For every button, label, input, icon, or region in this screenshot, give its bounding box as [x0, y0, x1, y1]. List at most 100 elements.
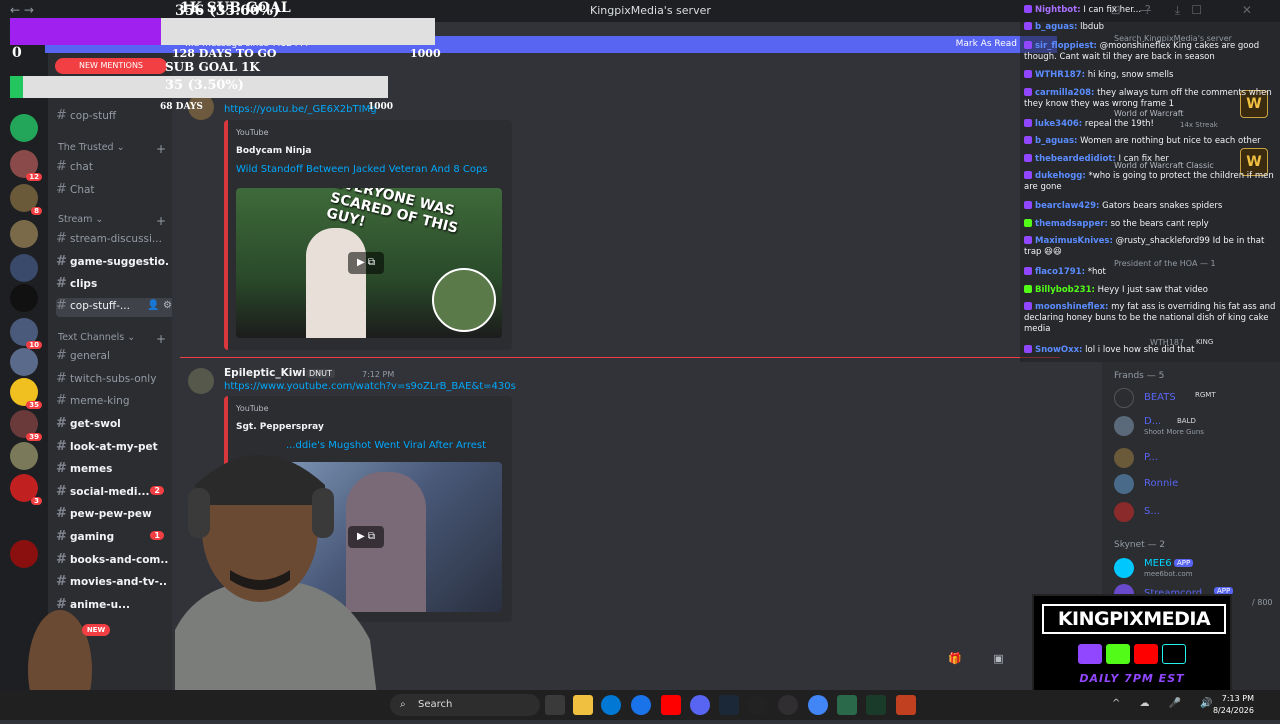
video-thumbnail[interactable]: EVERYONE WAS SCARED OF THIS GUY! ▶ ⧉	[236, 188, 502, 338]
avatar	[1114, 502, 1134, 522]
server-icon[interactable]: 10	[10, 318, 42, 349]
server-icon[interactable]	[10, 348, 38, 376]
taskbar-search[interactable]: ⌕ Search	[390, 694, 540, 716]
channel-game-suggestions[interactable]: # game-suggestio...	[56, 254, 168, 273]
chat-user: dukehogg:	[1035, 171, 1086, 181]
new-messages-divider	[180, 357, 1060, 358]
channel-label: get-swol	[70, 418, 121, 430]
browser-icon[interactable]	[631, 695, 651, 715]
hash-icon: #	[56, 276, 67, 291]
add-channel-icon[interactable]: +	[156, 214, 166, 228]
channel-clips[interactable]: # clips	[56, 276, 168, 295]
hash-icon: #	[56, 371, 67, 386]
chat-text: *hot	[1087, 267, 1106, 277]
window-title: KingpixMedia's server	[590, 4, 711, 17]
embed-title[interactable]: Wild Standoff Between Jacked Veteran And…	[236, 164, 488, 175]
system-tray[interactable]: ^ ☁ 🎤 🔊	[1112, 698, 1221, 709]
file-explorer-icon[interactable]	[573, 695, 593, 715]
member-item[interactable]: MEE6 APP mee6bot.com	[1114, 558, 1274, 580]
server-icon[interactable]: 8	[10, 184, 42, 215]
chat-message: flaco1791: *hot	[1024, 267, 1276, 278]
channel-stream-discussion[interactable]: # stream-discussi...	[56, 231, 168, 250]
member-item[interactable]: Ronnie	[1114, 474, 1274, 496]
channel-cop-stuff-active[interactable]: # cop-stuff-... 👤 ⚙	[56, 298, 176, 317]
app-tag: APP	[1174, 559, 1194, 567]
category-text-channels[interactable]: Text Channels ⌄ +	[58, 332, 166, 346]
add-channel-icon[interactable]: +	[156, 142, 166, 156]
server-icon[interactable]: 12	[10, 150, 42, 181]
hash-icon: #	[56, 393, 67, 408]
app-icon[interactable]	[837, 695, 857, 715]
twitch-icon	[1024, 119, 1032, 127]
discord-icon[interactable]	[690, 695, 710, 715]
chat-message: dukehogg: *who is going to protect the c…	[1024, 171, 1276, 193]
message-author[interactable]: Epileptic_Kiwi	[224, 367, 306, 379]
chat-message: Nightbot: I can fix her...	[1024, 5, 1276, 16]
server-icon[interactable]	[10, 220, 38, 248]
message-link[interactable]: https://youtu.be/_GE6X2bTIMg	[224, 104, 377, 115]
member-item[interactable]: BEATS RGMT	[1114, 388, 1274, 410]
chat-message: sir_floppiest: @moonshineflex King cakes…	[1024, 41, 1276, 63]
channel-general[interactable]: # general	[56, 348, 168, 367]
chat-user: carmilla208:	[1035, 88, 1095, 98]
embed-author[interactable]: Bodycam Ninja	[236, 146, 311, 156]
mark-as-read-button[interactable]: Mark As Read	[956, 39, 1017, 49]
taskbar-clock[interactable]: 7:13 PM 8/24/2026	[1210, 693, 1254, 717]
chat-text: I can fix her...	[1083, 5, 1142, 15]
sub-goal-fill	[10, 18, 162, 45]
chrome-icon[interactable]	[808, 695, 828, 715]
message-time: 7:12 PM	[362, 370, 395, 379]
channel-label: cop-stuff	[70, 110, 117, 122]
avatar	[1114, 388, 1134, 408]
member-item[interactable]: D... BALD Shoot More Guns	[1114, 416, 1274, 438]
chat-user: themadsapper:	[1035, 219, 1108, 229]
channel-meme-king[interactable]: # meme-king	[56, 393, 168, 412]
obs-icon[interactable]	[778, 695, 798, 715]
app-icon[interactable]	[748, 695, 768, 715]
sub-goal-2-max: 1000	[368, 102, 394, 112]
chat-user: MaximusKnives:	[1035, 236, 1113, 246]
category-label: The Trusted	[58, 142, 114, 153]
server-icon[interactable]	[10, 254, 38, 282]
message-link[interactable]: https://www.youtube.com/watch?v=s9oZLrB_…	[224, 381, 516, 392]
channel-cop-stuff[interactable]: # cop-stuff	[56, 108, 168, 127]
chat-message: b_aguas: Women are nothing but nice to e…	[1024, 136, 1276, 147]
channel-chat[interactable]: # chat	[56, 159, 168, 178]
server-icon-kick[interactable]	[10, 114, 38, 142]
chat-user: sir_floppiest:	[1035, 41, 1097, 51]
terminal-icon[interactable]	[866, 695, 886, 715]
member-item[interactable]: P...	[1114, 448, 1274, 470]
app-icon[interactable]	[896, 695, 916, 715]
chat-user: b_aguas:	[1035, 22, 1078, 32]
channel-chat-2[interactable]: # Chat	[56, 182, 168, 201]
task-view-icon[interactable]	[545, 695, 565, 715]
server-icon-smiley[interactable]: 35	[10, 378, 42, 409]
edge-icon[interactable]	[601, 695, 621, 715]
channel-label: cop-stuff-...	[70, 300, 130, 312]
member-item[interactable]: S...	[1114, 502, 1274, 524]
thumbnail-inset	[432, 268, 496, 332]
play-icon[interactable]: ▶ ⧉	[348, 252, 384, 274]
avatar[interactable]	[188, 368, 214, 394]
chat-user: luke3406:	[1035, 119, 1083, 129]
steam-icon[interactable]	[719, 695, 739, 715]
twitch-icon	[1024, 5, 1032, 13]
twitch-icon	[1024, 267, 1032, 275]
chat-user: SnowOxx:	[1035, 345, 1083, 355]
streamer-figure	[28, 455, 380, 724]
category-stream[interactable]: Stream ⌄ +	[58, 214, 166, 228]
add-channel-icon[interactable]: +	[156, 332, 166, 346]
twitch-icon	[1024, 236, 1032, 244]
brand-schedule: DAILY 7PM EST	[1079, 672, 1185, 685]
twitch-icon	[1024, 154, 1032, 162]
settings-gear-icon[interactable]: 👤 ⚙	[147, 300, 172, 311]
new-unread-pill[interactable]: NEW	[82, 624, 110, 636]
chat-counter: / 800	[1252, 598, 1273, 607]
chat-text: Gators bears snakes spiders	[1102, 201, 1223, 211]
chat-text: I can fix her	[1118, 154, 1169, 164]
category-the-trusted[interactable]: The Trusted ⌄ +	[58, 142, 166, 156]
server-icon-eagle[interactable]	[10, 284, 38, 312]
twitch-icon	[1024, 136, 1032, 144]
channel-twitch-subs-only[interactable]: # twitch-subs-only	[56, 371, 168, 390]
youtube-app-icon[interactable]	[661, 695, 681, 715]
